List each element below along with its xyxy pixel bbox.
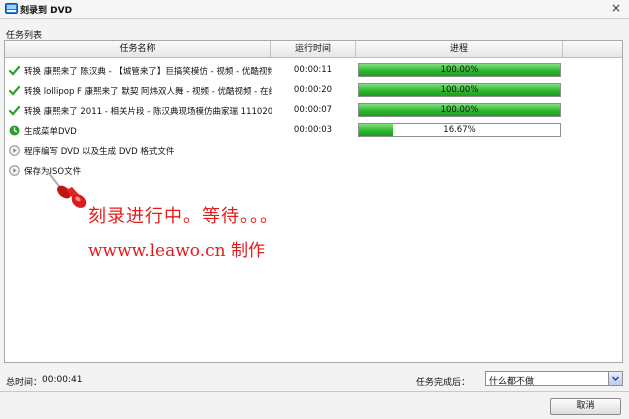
- total-time-label: 总时间：: [6, 378, 43, 388]
- checkmark-icon: [9, 105, 20, 116]
- progress-bar: 16.67%: [358, 123, 561, 137]
- footer-divider: [0, 391, 629, 392]
- progress-bar: 100.00%: [358, 83, 561, 97]
- column-header-time[interactable]: 运行时间: [271, 41, 356, 57]
- after-complete-label: 任务完成后：: [416, 378, 471, 388]
- after-complete-value: 什么都不做: [489, 377, 535, 387]
- pending-icon: [9, 145, 20, 156]
- task-time: 00:00:20: [293, 85, 333, 95]
- column-header-empty: [563, 41, 622, 57]
- progress-bar: 100.00%: [358, 63, 561, 77]
- running-icon: [9, 125, 20, 136]
- task-list-header: 任务名称 运行时间 进程: [5, 41, 622, 58]
- progress-bar: 100.00%: [358, 103, 561, 117]
- close-icon[interactable]: ×: [611, 1, 621, 15]
- chevron-down-icon[interactable]: [608, 372, 622, 385]
- after-complete-select[interactable]: 什么都不做: [485, 371, 623, 387]
- task-row[interactable]: 转换 康熙来了 2011 - 相关片段 - 陈汉典现场模仿曲家瑞 111020 …: [5, 100, 622, 120]
- progress-text: 100.00%: [440, 65, 479, 75]
- task-name: 转换 lollipop F 康熙来了 默契 阿炜双人舞 - 视频 - 优酷视频 …: [24, 87, 272, 97]
- task-row[interactable]: 保存为ISO文件: [5, 160, 622, 180]
- task-name: 转换 康熙来了 2011 - 相关片段 - 陈汉典现场模仿曲家瑞 111020 …: [24, 107, 272, 117]
- checkmark-icon: [9, 85, 20, 96]
- task-name: 生成菜单DVD: [24, 127, 77, 137]
- task-time: 00:00:03: [293, 125, 333, 135]
- progress-text: 16.67%: [443, 125, 476, 135]
- dvd-burn-icon: [5, 3, 18, 14]
- total-time-value: 00:00:41: [42, 375, 83, 385]
- task-time: 00:00:07: [293, 105, 333, 115]
- pushpin-icon: [47, 171, 87, 208]
- task-name: 程序编写 DVD 以及生成 DVD 格式文件: [24, 147, 175, 157]
- window-title: 刻录到 DVD: [20, 6, 73, 16]
- progress-text: 100.00%: [440, 85, 479, 95]
- pending-icon: [9, 165, 20, 176]
- checkmark-icon: [9, 65, 20, 76]
- column-header-progress[interactable]: 进程: [356, 41, 563, 57]
- task-name: 转换 康熙来了 陈汉典 - 【城管来了】巨搞笑模仿 - 视频 - 优酷视频 ..…: [24, 67, 272, 77]
- title-bar: 刻录到 DVD ×: [0, 0, 629, 19]
- cancel-button[interactable]: 取消: [550, 398, 621, 415]
- task-time: 00:00:11: [293, 65, 333, 75]
- task-row[interactable]: 程序编写 DVD 以及生成 DVD 格式文件: [5, 140, 622, 160]
- annotation-credit-text: wwww.leawo.cn 制作: [88, 241, 265, 261]
- task-row[interactable]: 转换 康熙来了 陈汉典 - 【城管来了】巨搞笑模仿 - 视频 - 优酷视频 ..…: [5, 60, 622, 80]
- task-row[interactable]: 生成菜单DVD 00:00:03 16.67%: [5, 120, 622, 140]
- task-row[interactable]: 转换 lollipop F 康熙来了 默契 阿炜双人舞 - 视频 - 优酷视频 …: [5, 80, 622, 100]
- annotation-status-text: 刻录进行中。等待。。。: [88, 206, 279, 227]
- progress-text: 100.00%: [440, 105, 479, 115]
- column-header-name[interactable]: 任务名称: [5, 41, 271, 57]
